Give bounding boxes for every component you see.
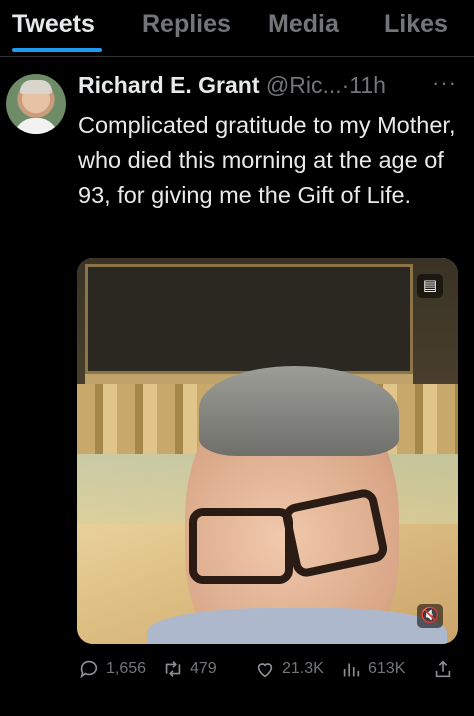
tweet-header: Richard E. Grant @Ric...·11h (78, 72, 386, 102)
heart-icon (257, 663, 273, 678)
tab-replies[interactable]: Replies (142, 10, 231, 39)
avatar[interactable] (6, 74, 66, 134)
retweet-button[interactable]: 479 (162, 658, 217, 680)
retweet-icon (165, 661, 181, 677)
tweet-timestamp[interactable]: 11h (349, 72, 386, 98)
like-count: 21.3K (282, 660, 324, 677)
tab-media[interactable]: Media (268, 10, 339, 39)
view-count: 613K (368, 660, 406, 677)
author-handle[interactable]: @Ric... (266, 72, 342, 98)
captions-icon[interactable]: ▤ (417, 274, 443, 298)
author-name[interactable]: Richard E. Grant (78, 72, 259, 98)
views-button[interactable]: 613K (340, 658, 405, 680)
like-button[interactable]: 21.3K (254, 658, 324, 680)
views-icon (343, 663, 360, 677)
active-tab-indicator (12, 48, 102, 52)
tweet-video[interactable]: ▤ 🔇 (77, 258, 458, 644)
muted-speaker-icon[interactable]: 🔇 (417, 604, 443, 628)
tweet-text: Complicated gratitude to my Mother, who … (78, 112, 456, 208)
reply-icon (80, 660, 98, 679)
reply-count: 1,656 (106, 660, 147, 677)
tab-tweets[interactable]: Tweets (12, 10, 95, 39)
tweet-actions: 1,656 479 21.3K 613K (0, 654, 474, 690)
retweet-count: 479 (190, 660, 217, 677)
more-horizontal-icon[interactable]: ··· (432, 70, 457, 96)
share-icon (435, 660, 451, 678)
share-button[interactable] (432, 658, 454, 680)
profile-tabs: Tweets Replies Media Likes (0, 0, 474, 57)
tab-likes[interactable]: Likes (384, 10, 448, 39)
reply-button[interactable]: 1,656 (78, 658, 146, 680)
